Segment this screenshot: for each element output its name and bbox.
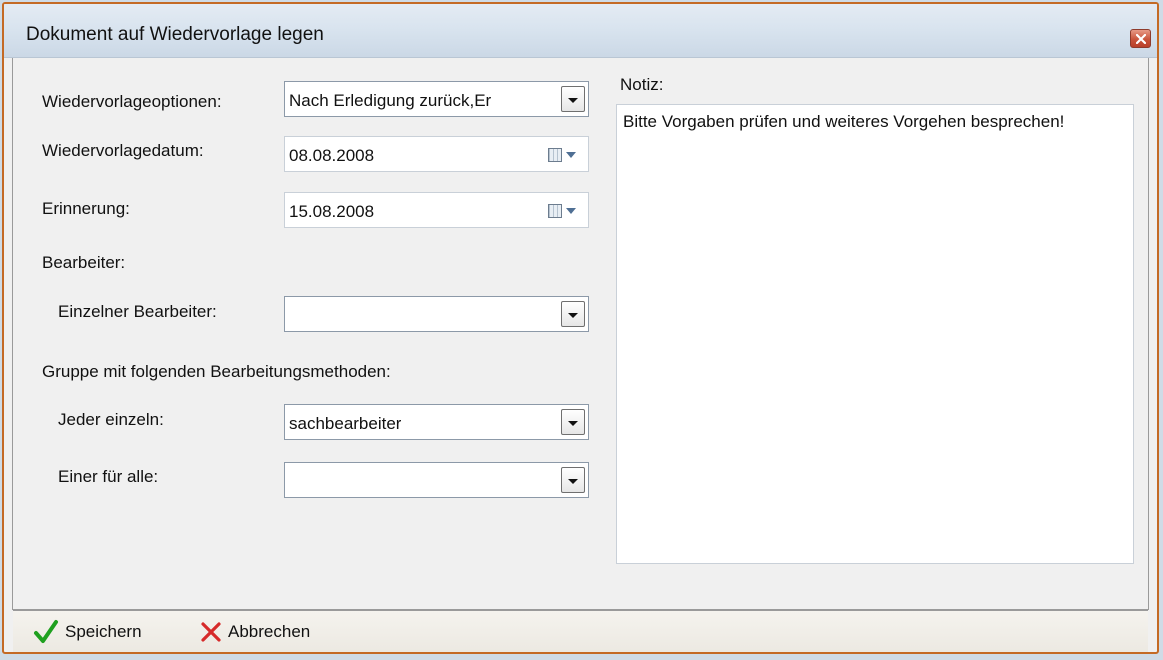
checkmark-icon: [34, 620, 58, 643]
calendar-dropdown-button[interactable]: [548, 147, 580, 163]
single-editor-dropdown-button[interactable]: [561, 301, 585, 327]
date-label: Wiedervorlagedatum:: [42, 141, 204, 160]
date-picker[interactable]: 08.08.2008: [284, 136, 589, 172]
close-button[interactable]: [1130, 29, 1151, 48]
cross-icon: [201, 622, 221, 642]
dialog-body: Wiedervorlageoptionen: Nach Erledigung z…: [12, 58, 1149, 610]
cancel-button-label: Abbrechen: [228, 622, 311, 641]
notes-textarea[interactable]: Bitte Vorgaben prüfen und weiteres Vorge…: [616, 104, 1134, 564]
dialog-window: Dokument auf Wiedervorlage legen Wiederv…: [2, 2, 1159, 654]
one-for-all-label: Einer für alle:: [58, 467, 159, 486]
window-title: Dokument auf Wiedervorlage legen: [26, 24, 324, 45]
title-bar: Dokument auf Wiedervorlage legen: [4, 4, 1157, 58]
chevron-down-icon: [568, 420, 578, 426]
each-select[interactable]: sachbearbeiter: [284, 404, 589, 440]
each-dropdown-button[interactable]: [561, 409, 585, 435]
chevron-down-icon: [568, 97, 578, 103]
chevron-down-icon: [566, 152, 576, 158]
one-for-all-select[interactable]: [284, 462, 589, 498]
close-icon: [1135, 33, 1146, 44]
options-select[interactable]: Nach Erledigung zurück,Er: [284, 81, 589, 117]
reminder-value: 15.08.2008: [289, 202, 375, 221]
calendar-icon: [548, 148, 562, 162]
each-value: sachbearbeiter: [289, 414, 402, 433]
options-select-value: Nach Erledigung zurück,Er: [289, 91, 492, 110]
date-value: 08.08.2008: [289, 146, 375, 165]
one-for-all-dropdown-button[interactable]: [561, 467, 585, 493]
bottom-toolbar: Speichern Abbrechen: [13, 610, 1148, 652]
reminder-label: Erinnerung:: [42, 199, 130, 218]
each-label: Jeder einzeln:: [58, 410, 164, 429]
options-dropdown-button[interactable]: [561, 86, 585, 112]
group-section-label: Gruppe mit folgenden Bearbeitungsmethode…: [42, 362, 391, 381]
chevron-down-icon: [566, 208, 576, 214]
editor-section-label: Bearbeiter:: [42, 253, 126, 272]
calendar-icon: [548, 204, 562, 218]
save-button[interactable]: Speichern: [33, 619, 142, 645]
options-label: Wiedervorlageoptionen:: [42, 92, 222, 111]
save-button-label: Speichern: [65, 622, 142, 641]
chevron-down-icon: [568, 478, 578, 484]
single-editor-select[interactable]: [284, 296, 589, 332]
calendar-dropdown-button[interactable]: [548, 203, 580, 219]
single-editor-label: Einzelner Bearbeiter:: [58, 302, 217, 321]
chevron-down-icon: [568, 312, 578, 318]
notes-label: Notiz:: [620, 75, 664, 94]
reminder-date-picker[interactable]: 15.08.2008: [284, 192, 589, 228]
cancel-button[interactable]: Abbrechen: [200, 619, 310, 645]
